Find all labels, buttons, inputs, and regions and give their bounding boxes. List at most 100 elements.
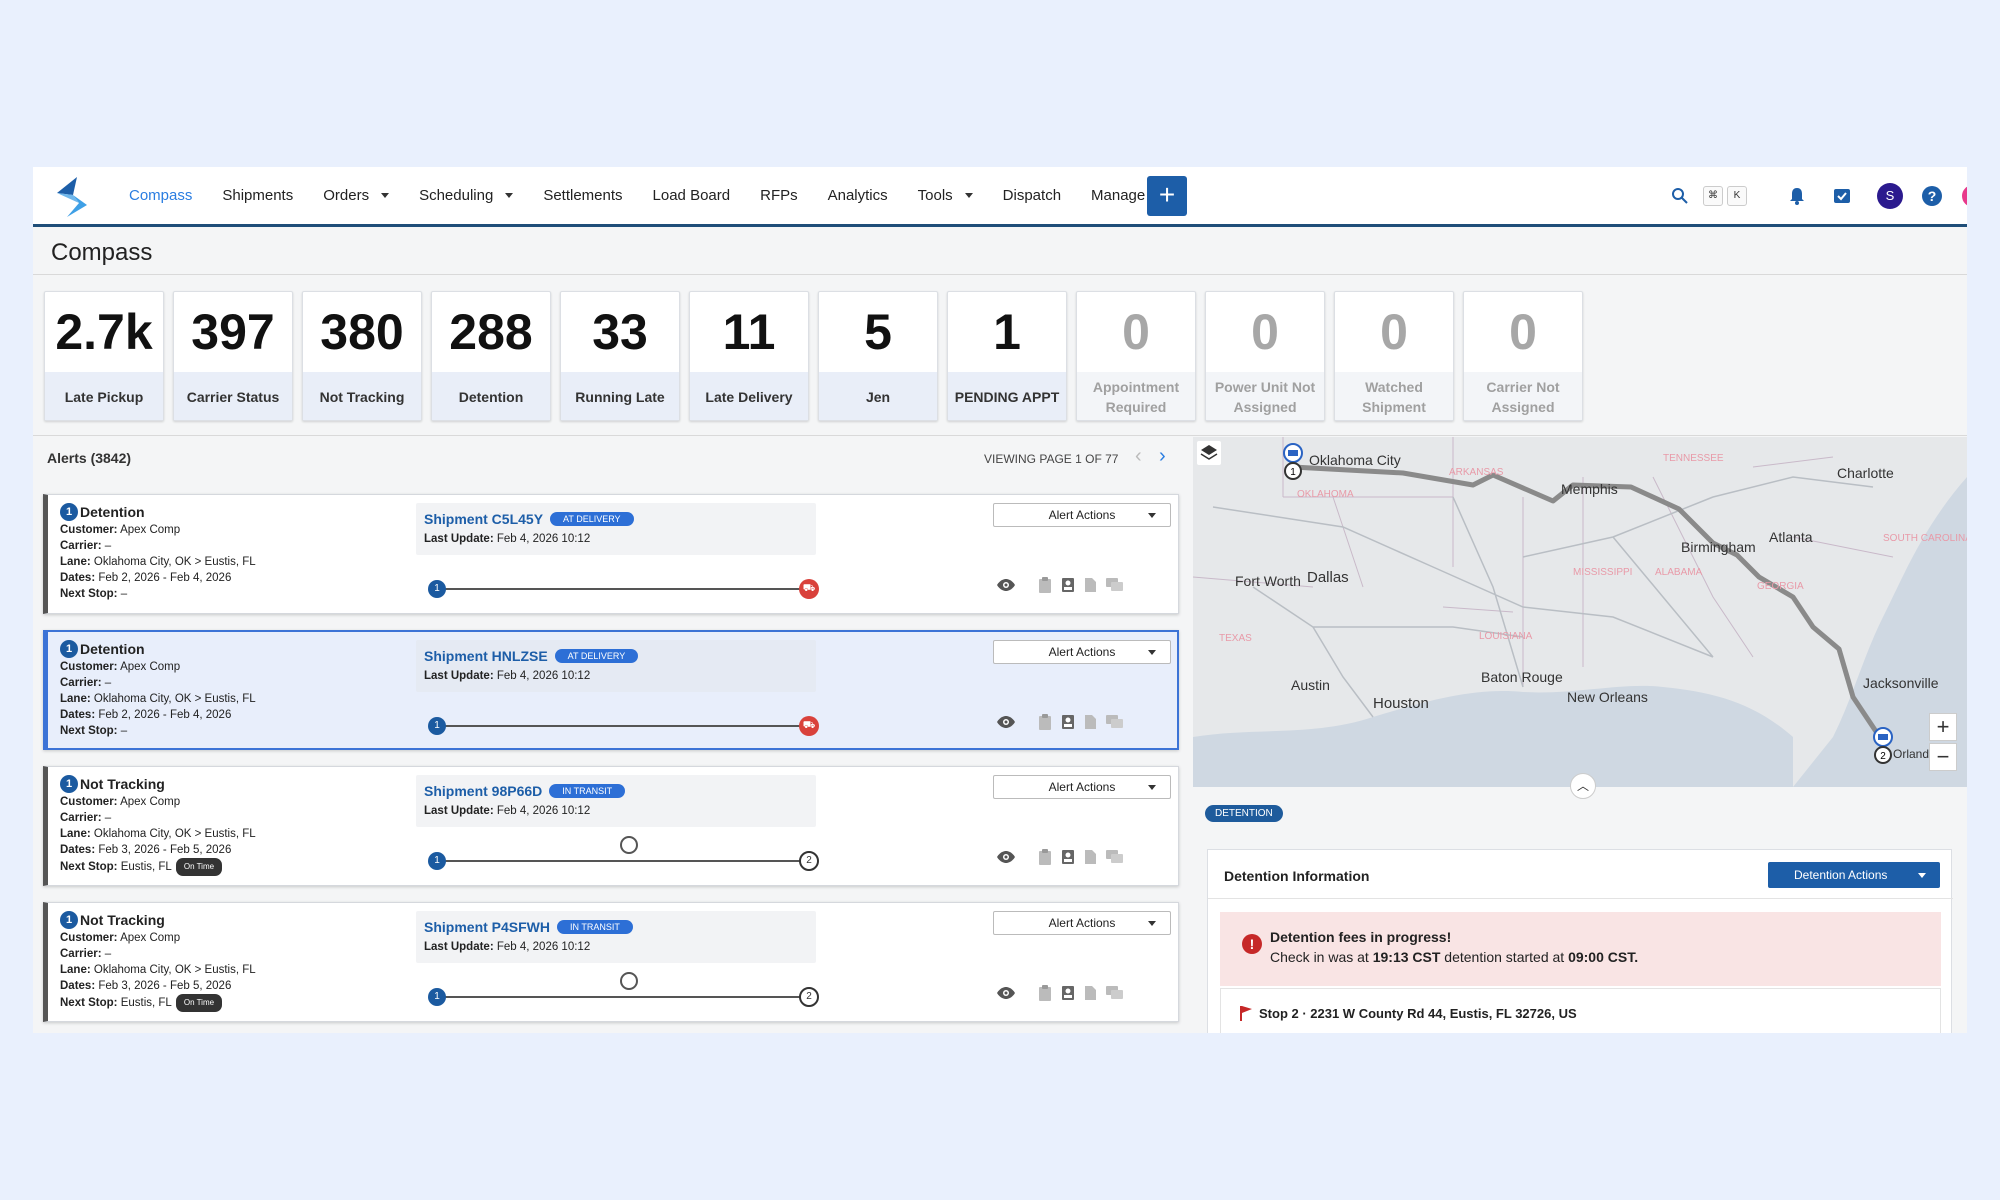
alert-dates: Dates: Feb 2, 2026 - Feb 4, 2026 bbox=[60, 707, 256, 723]
last-update-value: Feb 4, 2026 10:12 bbox=[496, 533, 591, 545]
eye-icon[interactable] bbox=[996, 578, 1016, 597]
alert-actions-dropdown[interactable]: Alert Actions bbox=[993, 911, 1171, 935]
shipment-box: Shipment P4SFWH IN TRANSIT Last Update: Fe… bbox=[416, 911, 816, 963]
alert-card[interactable]: 1 Not Tracking Customer: Apex Comp Carrier:… bbox=[43, 902, 1179, 1022]
shipment-status-badge: IN TRANSIT bbox=[549, 784, 626, 798]
metric-value: 0 bbox=[1380, 304, 1408, 360]
alert-customer: Customer: Apex Comp bbox=[60, 930, 256, 946]
nav-item-tools[interactable]: Tools bbox=[918, 187, 973, 204]
alert-type: 1 Detention bbox=[60, 503, 256, 521]
chat-icon[interactable] bbox=[1106, 715, 1124, 734]
customer-value: Apex Comp bbox=[120, 932, 181, 944]
nav-item-dispatch[interactable]: Dispatch bbox=[1003, 187, 1061, 204]
alert-card[interactable]: 1 Not Tracking Customer: Apex Comp Carrier:… bbox=[43, 766, 1179, 886]
nav-item-orders[interactable]: Orders bbox=[323, 187, 390, 204]
nav-item-settlements[interactable]: Settlements bbox=[543, 187, 622, 204]
metric-card-jen[interactable]: 5 Jen bbox=[818, 291, 938, 421]
metric-card-late-delivery[interactable]: 11 Late Delivery bbox=[689, 291, 809, 421]
alert-card[interactable]: 1 Detention Customer: Apex Comp Carrier: – L… bbox=[43, 630, 1179, 750]
metric-card-running-late[interactable]: 33 Running Late bbox=[560, 291, 680, 421]
metric-card-detention[interactable]: 288 Detention bbox=[431, 291, 551, 421]
detention-actions-button[interactable]: Detention Actions bbox=[1768, 862, 1940, 888]
lane-key: Lane: bbox=[60, 964, 91, 976]
detention-actions-label: Detention Actions bbox=[1794, 868, 1888, 882]
metric-card-appointment-required[interactable]: 0 Appointment Required bbox=[1076, 291, 1196, 421]
document-icon[interactable] bbox=[1084, 714, 1097, 735]
nav-item-scheduling[interactable]: Scheduling bbox=[419, 187, 514, 204]
zoom-out-button[interactable]: − bbox=[1929, 743, 1957, 771]
logo-icon[interactable] bbox=[49, 175, 95, 219]
nav-item-label: Shipments bbox=[222, 187, 294, 204]
eye-icon[interactable] bbox=[996, 986, 1016, 1005]
alert-type-label: Not Tracking bbox=[80, 776, 165, 792]
metric-card-watched-shipment[interactable]: 0 Watched Shipment bbox=[1334, 291, 1454, 421]
destination-marker-icon[interactable]: 2 bbox=[1871, 725, 1895, 765]
metric-card-pending-appt[interactable]: 1 PENDING APPT bbox=[947, 291, 1067, 421]
nav-item-load-board[interactable]: Load Board bbox=[653, 187, 731, 204]
clipboard-icon[interactable] bbox=[1038, 849, 1052, 870]
metric-card-power-unit-not-assigned[interactable]: 0 Power Unit Not Assigned bbox=[1205, 291, 1325, 421]
chat-icon[interactable] bbox=[1106, 986, 1124, 1005]
route-map[interactable]: 1 2 Oklahoma City Memphis Charlotte Atla… bbox=[1193, 437, 1967, 787]
alert-actions-dropdown[interactable]: Alert Actions bbox=[993, 503, 1171, 527]
chevron-down-icon bbox=[1148, 513, 1156, 518]
search-icon[interactable] bbox=[1671, 187, 1689, 205]
eye-icon[interactable] bbox=[996, 715, 1016, 734]
create-button[interactable]: + bbox=[1147, 176, 1187, 216]
nav-item-label: Compass bbox=[129, 187, 193, 204]
metric-label: PENDING APPT bbox=[948, 372, 1066, 420]
collapse-map-icon[interactable]: ︿ bbox=[1570, 773, 1596, 799]
shipment-link[interactable]: Shipment HNLZSE AT DELIVERY bbox=[424, 648, 639, 664]
nav-item-compass[interactable]: Compass bbox=[129, 187, 192, 204]
alert-actions-dropdown[interactable]: Alert Actions bbox=[993, 775, 1171, 799]
on-time-badge: On Time bbox=[175, 858, 223, 876]
layers-icon[interactable] bbox=[1197, 441, 1221, 465]
shipment-status-badge: AT DELIVERY bbox=[550, 512, 634, 526]
app-window: Compass Shipments Orders Scheduling Settleme… bbox=[33, 167, 1967, 1033]
document-icon[interactable] bbox=[1084, 577, 1097, 598]
dates-key: Dates: bbox=[60, 709, 96, 721]
nav-item-analytics[interactable]: Analytics bbox=[828, 187, 888, 204]
alert-customer: Customer: Apex Comp bbox=[60, 522, 256, 538]
clipboard-icon[interactable] bbox=[1038, 985, 1052, 1006]
user-avatar[interactable]: S bbox=[1877, 182, 1903, 209]
chat-icon[interactable] bbox=[1106, 850, 1124, 869]
clipboard-icon[interactable] bbox=[1038, 577, 1052, 598]
origin-marker-icon[interactable]: 1 bbox=[1281, 441, 1305, 481]
metric-card-carrier-status[interactable]: 397 Carrier Status bbox=[173, 291, 293, 421]
alert-type: 1 Not Tracking bbox=[60, 911, 256, 929]
nav-item-rfps[interactable]: RFPs bbox=[760, 187, 798, 204]
eye-icon[interactable] bbox=[996, 850, 1016, 869]
help-icon[interactable]: ? bbox=[1921, 185, 1943, 207]
next-stop-value: Eustis, FL bbox=[120, 997, 172, 1009]
shipment-link[interactable]: Shipment 98P66D IN TRANSIT bbox=[424, 783, 626, 799]
alert-actions-label: Alert Actions bbox=[1048, 916, 1116, 930]
id-card-icon[interactable] bbox=[1061, 849, 1075, 870]
task-icon[interactable] bbox=[1833, 187, 1851, 205]
bell-icon[interactable] bbox=[1787, 186, 1807, 206]
metric-cards: 2.7k Late Pickup 397 Carrier Status 380 Not T… bbox=[44, 291, 1592, 421]
metric-card-not-tracking[interactable]: 380 Not Tracking bbox=[302, 291, 422, 421]
document-icon[interactable] bbox=[1084, 985, 1097, 1006]
metric-card-carrier-not-assigned[interactable]: 0 Carrier Not Assigned bbox=[1463, 291, 1583, 421]
dates-key: Dates: bbox=[60, 980, 96, 992]
nav-item-shipments[interactable]: Shipments bbox=[222, 187, 293, 204]
zoom-in-button[interactable]: + bbox=[1929, 713, 1957, 741]
ai-assistant-icon[interactable] bbox=[1961, 184, 1967, 208]
shipment-link[interactable]: Shipment C5L45Y AT DELIVERY bbox=[424, 511, 634, 527]
document-icon[interactable] bbox=[1084, 849, 1097, 870]
alert-actions-dropdown[interactable]: Alert Actions bbox=[993, 640, 1171, 664]
id-card-icon[interactable] bbox=[1061, 577, 1075, 598]
alert-type-label: Detention bbox=[80, 641, 145, 657]
id-card-icon[interactable] bbox=[1061, 714, 1075, 735]
chat-icon[interactable] bbox=[1106, 578, 1124, 597]
prev-page-icon[interactable]: ‹ bbox=[1135, 445, 1142, 468]
next-page-icon[interactable]: › bbox=[1159, 445, 1166, 468]
metric-card-late-pickup[interactable]: 2.7k Late Pickup bbox=[44, 291, 164, 421]
clipboard-icon[interactable] bbox=[1038, 714, 1052, 735]
alert-card[interactable]: 1 Detention Customer: Apex Comp Carrier: – L… bbox=[43, 494, 1179, 614]
map-label: Houston bbox=[1373, 695, 1429, 712]
lane-value: Oklahoma City, OK > Eustis, FL bbox=[93, 828, 256, 840]
id-card-icon[interactable] bbox=[1061, 985, 1075, 1006]
shipment-link[interactable]: Shipment P4SFWH IN TRANSIT bbox=[424, 919, 633, 935]
